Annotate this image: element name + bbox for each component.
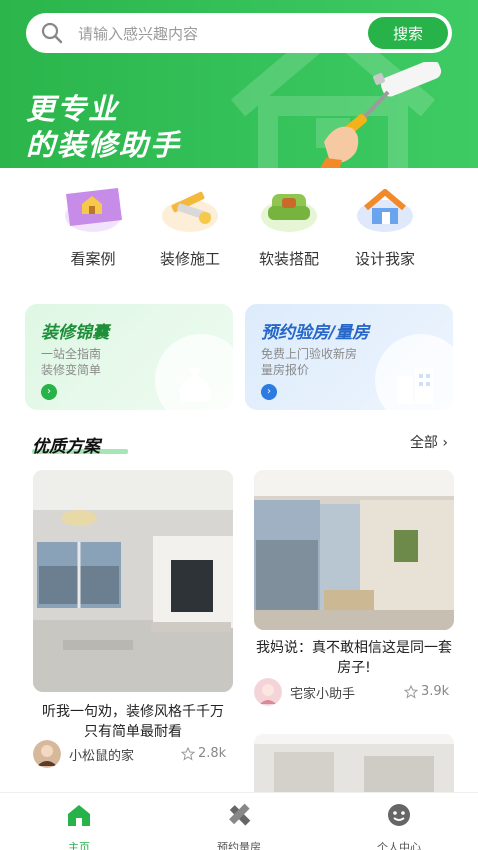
feed-photo[interactable] (254, 734, 454, 792)
like-count[interactable]: 3.9k (404, 684, 449, 699)
ruler-pencil-icon (229, 803, 251, 826)
author-name: 小松鼠的家 (69, 748, 135, 764)
category-cases[interactable]: 看案例 (38, 180, 148, 269)
nav-item-home[interactable]: 主页 (19, 803, 139, 850)
promo-title: 装修锦囊 (41, 323, 109, 343)
promo-card-inspection[interactable]: 预约验房/量房 免费上门验收新房 量房报价 › (245, 304, 453, 410)
feed-card[interactable]: 听我一句劝，装修风格千千万 只有简单最耐看 小松鼠的家 2.8k (33, 470, 233, 770)
category-construction[interactable]: 装修施工 (135, 180, 245, 269)
building-icon (397, 368, 433, 404)
feed-author[interactable]: 宅家小助手 (254, 678, 355, 706)
paint-roller-icon (320, 62, 442, 168)
search-icon (41, 22, 63, 44)
banner-slogan-line2: 的装修助手 (26, 128, 182, 162)
category-row: 看案例 装修施工 软装搭配 设计我家 (0, 180, 478, 270)
nav-label: 主页 (68, 841, 90, 850)
feed-author[interactable]: 小松鼠的家 (33, 740, 134, 768)
profile-icon (388, 804, 410, 826)
category-soft-furnishing[interactable]: 软装搭配 (234, 180, 344, 269)
category-label: 装修施工 (159, 250, 220, 268)
promo-subtitle: 装修变简单 (41, 363, 102, 377)
category-label: 看案例 (70, 250, 116, 268)
like-count-value: 2.8k (198, 746, 227, 761)
category-label: 设计我家 (354, 250, 415, 268)
tools-icon (162, 191, 218, 232)
feed-title: 听我一句劝，装修风格千千万 只有简单最耐看 (42, 704, 224, 740)
nav-item-profile[interactable]: 个人中心 (339, 803, 459, 850)
category-design-home[interactable]: 设计我家 (330, 180, 440, 269)
nav-label: 预约量房 (217, 841, 261, 850)
feed-photo (254, 470, 454, 630)
search-bar[interactable]: 请输入感兴趣内容 搜索 (26, 13, 452, 53)
go-arrow-icon[interactable]: › (261, 384, 277, 400)
money-bag-icon (179, 368, 211, 402)
promo-subtitle: 一站全指南 (41, 347, 102, 361)
nav-item-book-measure[interactable]: 预约量房 (179, 803, 299, 850)
see-all-label: 全部 (409, 435, 438, 451)
promo-subtitle: 量房报价 (261, 363, 310, 377)
promo-card-guide[interactable]: 装修锦囊 一站全指南 装修变简单 › (25, 304, 233, 410)
blueprint-house-icon (65, 188, 122, 232)
home-icon (68, 805, 90, 826)
nav-label: 个人中心 (377, 841, 421, 850)
star-icon (181, 746, 195, 761)
header-banner: 请输入感兴趣内容 搜索 更专业 的装修助手 (0, 0, 478, 168)
feed-title: 我妈说：真不敢相信这是同一套房子! (256, 640, 452, 676)
like-count-value: 3.9k (421, 684, 450, 699)
sofa-icon (261, 194, 317, 232)
author-name: 宅家小助手 (290, 686, 356, 702)
like-count[interactable]: 2.8k (181, 746, 226, 761)
section-title: 优质方案 (32, 437, 100, 457)
see-all-link[interactable]: 全部 › (410, 432, 448, 452)
feed-card[interactable]: 我妈说：真不敢相信这是同一套房子! 宅家小助手 3.9k (254, 470, 454, 710)
category-label: 软装搭配 (258, 250, 319, 268)
chevron-right-icon: › (442, 435, 448, 451)
feed-photo (33, 470, 233, 692)
avatar (254, 678, 282, 706)
star-icon (404, 684, 418, 699)
house-icon (357, 189, 413, 232)
search-button[interactable]: 搜索 (368, 17, 448, 49)
promo-title: 预约验房/量房 (261, 323, 370, 343)
bottom-nav: 主页 预约量房 个人中心 (0, 792, 478, 850)
go-arrow-icon[interactable]: › (41, 384, 57, 400)
promo-subtitle: 免费上门验收新房 (261, 347, 358, 361)
avatar (33, 740, 61, 768)
